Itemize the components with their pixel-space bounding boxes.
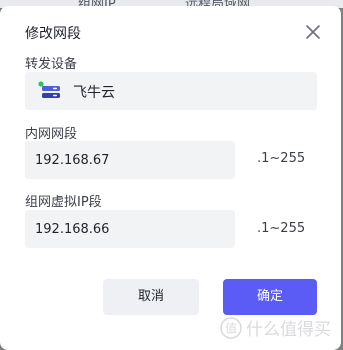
nas-device-icon	[38, 81, 60, 98]
close-icon[interactable]	[305, 24, 321, 40]
vnet-segment-label: 组网虚拟IP段	[25, 195, 102, 210]
svg-text:值: 值	[225, 320, 237, 335]
forward-device-box: 飞牛云	[25, 72, 317, 110]
vnet-segment-input[interactable]	[25, 210, 235, 248]
device-name: 飞牛云	[73, 85, 115, 101]
watermark-logo-icon: 值	[220, 316, 242, 339]
dialog-title: 修改网段	[25, 26, 81, 42]
forward-device-label: 转发设备	[25, 57, 78, 72]
edit-segment-dialog: 修改网段 转发设备 飞牛云 内网网段 .1~255 组网虚拟IP段 .1~255…	[0, 6, 341, 350]
watermark: 值 什么值得买	[220, 315, 331, 340]
vnet-segment-range: .1~255	[257, 221, 306, 236]
lan-segment-label: 内网网段	[25, 127, 78, 142]
lan-segment-range: .1~255	[257, 151, 306, 166]
lan-segment-input[interactable]	[25, 141, 235, 179]
confirm-button[interactable]: 确定	[223, 279, 317, 315]
cancel-button[interactable]: 取消	[103, 279, 199, 315]
watermark-text: 什么值得买	[246, 320, 331, 340]
